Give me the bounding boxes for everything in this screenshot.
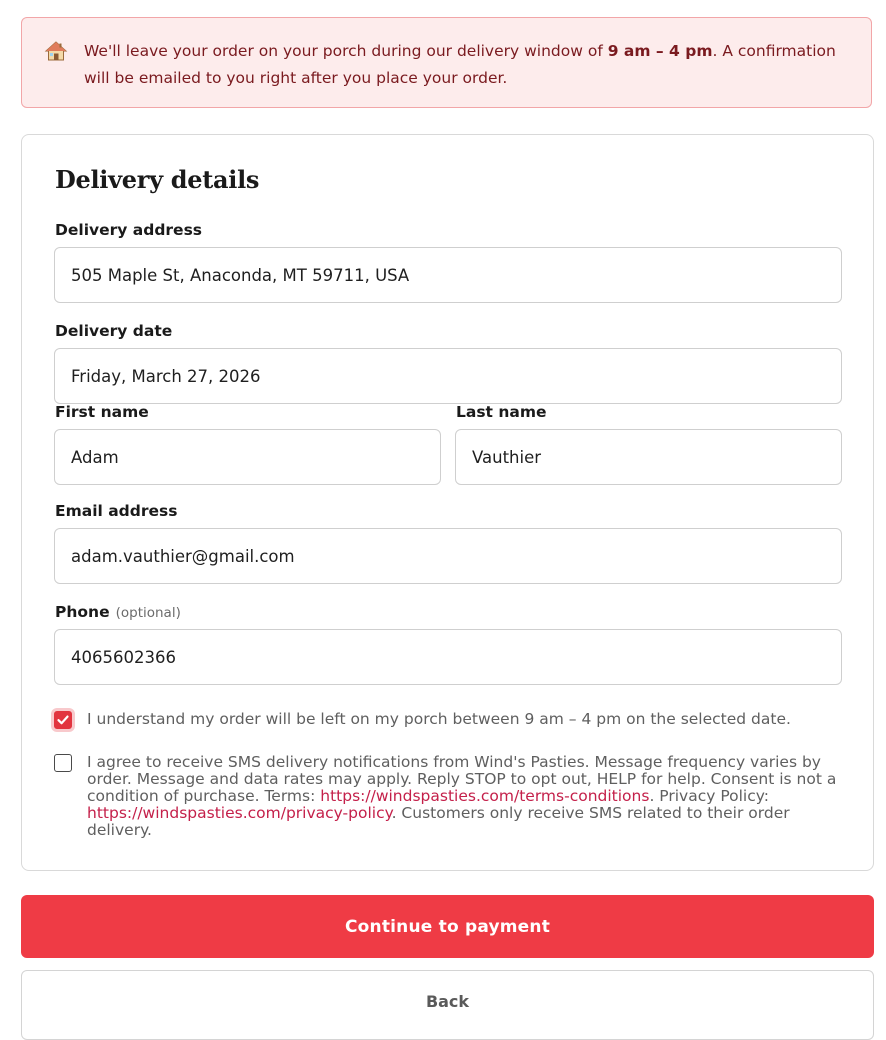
checkmark-icon: [57, 715, 69, 725]
terms-link[interactable]: https://windspasties.com/terms-condition…: [320, 787, 649, 805]
privacy-policy-link[interactable]: https://windspasties.com/privacy-policy: [87, 804, 392, 822]
sms-consent-row[interactable]: I agree to receive SMS delivery notifica…: [54, 754, 859, 839]
delivery-date-input[interactable]: Friday, March 27, 2026: [54, 348, 842, 404]
first-name-input[interactable]: Adam: [54, 429, 441, 485]
back-button[interactable]: Back: [21, 970, 874, 1040]
delivery-notice-banner: We'll leave your order on your porch dur…: [21, 17, 872, 108]
delivery-address-label: Delivery address: [55, 221, 203, 239]
porch-consent-text: I understand my order will be left on my…: [87, 710, 791, 728]
sms-consent-text: I agree to receive SMS delivery notifica…: [87, 753, 837, 839]
email-input[interactable]: adam.vauthier@gmail.com: [54, 528, 842, 584]
last-name-input[interactable]: Vauthier: [455, 429, 842, 485]
email-label: Email address: [55, 502, 178, 520]
continue-to-payment-button[interactable]: Continue to payment: [21, 895, 874, 958]
phone-input[interactable]: 4065602366: [54, 629, 842, 685]
delivery-details-card: Delivery details Delivery address 505 Ma…: [21, 134, 874, 871]
delivery-notice-text: We'll leave your order on your porch dur…: [84, 42, 836, 87]
section-title: Delivery details: [55, 165, 260, 194]
house-icon: [44, 40, 68, 62]
sms-consent-checkbox[interactable]: [54, 754, 72, 772]
last-name-label: Last name: [456, 403, 547, 421]
porch-consent-checkbox[interactable]: [54, 711, 72, 729]
delivery-address-input[interactable]: 505 Maple St, Anaconda, MT 59711, USA: [54, 247, 842, 303]
phone-optional-hint: (optional): [115, 605, 181, 621]
delivery-window: 9 am – 4 pm: [607, 42, 713, 60]
phone-label: Phone (optional): [55, 603, 181, 621]
porch-consent-row[interactable]: I understand my order will be left on my…: [54, 711, 847, 729]
delivery-date-label: Delivery date: [55, 322, 173, 340]
first-name-label: First name: [55, 403, 149, 421]
